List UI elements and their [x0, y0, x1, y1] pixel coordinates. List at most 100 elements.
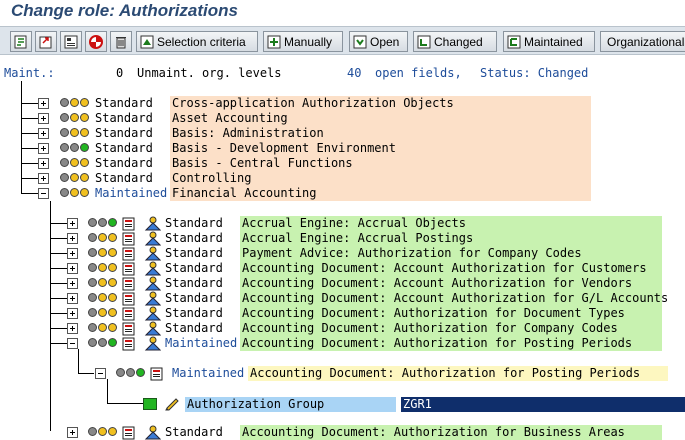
node-status: Standard [95, 171, 153, 185]
status-light-icon [116, 368, 125, 377]
tree-node-l2[interactable]: Standard Payment Advice: Authorization fo… [0, 246, 685, 261]
status-light-icon [88, 308, 97, 317]
document-icon [122, 426, 135, 440]
tree-node-l1[interactable]: Maintained Financial Accounting [0, 186, 685, 201]
expand-icon[interactable] [67, 233, 78, 244]
tree-node-l1[interactable]: Standard Basis - Development Environment [0, 141, 685, 156]
document-icon [122, 292, 135, 306]
status-light-icon [98, 278, 107, 287]
expand-icon[interactable] [67, 278, 78, 289]
expand-icon[interactable] [38, 128, 49, 139]
organizational-button[interactable]: Organizational [600, 31, 685, 52]
help-button[interactable] [85, 31, 107, 52]
user-icon [144, 291, 161, 306]
status-lights [88, 427, 117, 436]
tree-connector [22, 193, 38, 194]
help-icon [89, 34, 103, 49]
selection-criteria-button[interactable]: Selection criteria [136, 31, 258, 52]
back-icon [14, 35, 27, 48]
expand-icon[interactable] [38, 143, 49, 154]
status-light-icon [60, 143, 69, 152]
node-name: Payment Advice: Authorization for Compan… [242, 246, 582, 260]
tree-node-l1[interactable]: Standard Controlling [0, 171, 685, 186]
tree-connector [51, 328, 67, 329]
node-status: Standard [165, 276, 223, 290]
maint-label: Maint.: [4, 66, 55, 80]
node-name: Accounting Document: Account Authorizati… [242, 291, 669, 305]
expand-icon[interactable] [38, 158, 49, 169]
tree-node-l2[interactable]: Standard Accrual Engine: Accrual Postings [0, 231, 685, 246]
tree-node-l2[interactable]: Standard Accrual Engine: Accrual Objects [0, 216, 685, 231]
export-button[interactable] [35, 31, 57, 52]
tree-connector [51, 343, 67, 344]
back-button[interactable] [10, 31, 32, 52]
tree-node-l1[interactable]: Standard Basis - Central Functions [0, 156, 685, 171]
expand-icon[interactable] [67, 308, 78, 319]
expand-icon[interactable] [67, 427, 78, 438]
tree-node-l1[interactable]: Standard Asset Accounting [0, 111, 685, 126]
tree-node-l2[interactable]: Standard Accounting Document: Account Aut… [0, 291, 685, 306]
expand-icon[interactable] [38, 113, 49, 124]
changed-button[interactable]: Changed [413, 31, 497, 52]
open-button[interactable]: Open [349, 31, 408, 52]
status-light-icon [88, 338, 97, 347]
tree-node-l2[interactable]: Standard Accounting Document: Account Aut… [0, 276, 685, 291]
tree-node-l1[interactable]: Standard Cross-application Authorization … [0, 96, 685, 111]
tree-node-l2[interactable]: Maintained Accounting Document: Authoriza… [0, 336, 685, 351]
expand-icon[interactable] [67, 218, 78, 229]
tree-connector [51, 223, 67, 224]
user-icon [144, 231, 161, 246]
node-status: Standard [165, 231, 223, 245]
expand-icon[interactable] [67, 263, 78, 274]
page-title: Change role: Authorizations [11, 1, 238, 20]
open-label: Open [370, 34, 400, 49]
user-icon [144, 425, 161, 440]
application-toolbar: Selection criteria Manually Open Changed… [0, 26, 685, 55]
node-status: Standard [165, 321, 223, 335]
expand-icon[interactable] [38, 98, 49, 109]
node-name: Accounting Document: Authorization for B… [242, 425, 625, 439]
status-light-icon [80, 143, 89, 152]
status-light-icon [108, 293, 117, 302]
layout-button[interactable] [60, 31, 82, 52]
collapse-icon[interactable] [38, 188, 49, 199]
status-light-icon [60, 188, 69, 197]
expand-icon[interactable] [67, 293, 78, 304]
tree-node-l2[interactable]: Standard Accounting Document: Account Aut… [0, 261, 685, 276]
collapse-icon[interactable] [67, 338, 78, 349]
tree-node-l1[interactable]: Standard Basis: Administration [0, 126, 685, 141]
node-name: Asset Accounting [172, 111, 288, 125]
manually-button[interactable]: Manually [263, 31, 343, 52]
status-lights [88, 308, 117, 317]
tree-node-l2[interactable]: Standard Accounting Document: Authorizati… [0, 321, 685, 336]
status-light-icon [60, 173, 69, 182]
export-icon [39, 36, 52, 48]
status-lights [88, 263, 117, 272]
expand-icon[interactable] [67, 248, 78, 259]
open-fields-count: 40 [347, 66, 362, 80]
changed-icon [417, 35, 431, 48]
tree-node-l3[interactable]: Maintained Accounting Document: Authoriza… [0, 366, 685, 381]
authorization-group-field-label: Authorization Group [185, 397, 396, 412]
tree-node-l2-partial[interactable]: Standard Accounting Document: Authorizati… [0, 425, 685, 440]
status-lights [88, 323, 117, 332]
tree-connector [22, 178, 38, 179]
selection-criteria-label: Selection criteria [157, 34, 246, 49]
status-lights [60, 143, 89, 152]
maintained-button[interactable]: Maintained [503, 31, 595, 52]
authorization-group-value[interactable]: ZGR1 [401, 397, 685, 412]
collapse-icon[interactable] [95, 368, 106, 379]
delete-button[interactable] [110, 31, 132, 52]
expand-icon[interactable] [38, 173, 49, 184]
pencil-icon[interactable] [164, 396, 180, 411]
status-lights [60, 188, 89, 197]
tree-node-l2[interactable]: Standard Accounting Document: Authorizati… [0, 306, 685, 321]
status-lights [88, 248, 117, 257]
tree-connector [51, 313, 67, 314]
user-icon [144, 321, 161, 336]
manually-label: Manually [284, 34, 333, 49]
node-name: Basis - Development Environment [172, 141, 396, 155]
expand-icon[interactable] [67, 323, 78, 334]
document-icon [122, 277, 135, 291]
status-light-icon [98, 323, 107, 332]
